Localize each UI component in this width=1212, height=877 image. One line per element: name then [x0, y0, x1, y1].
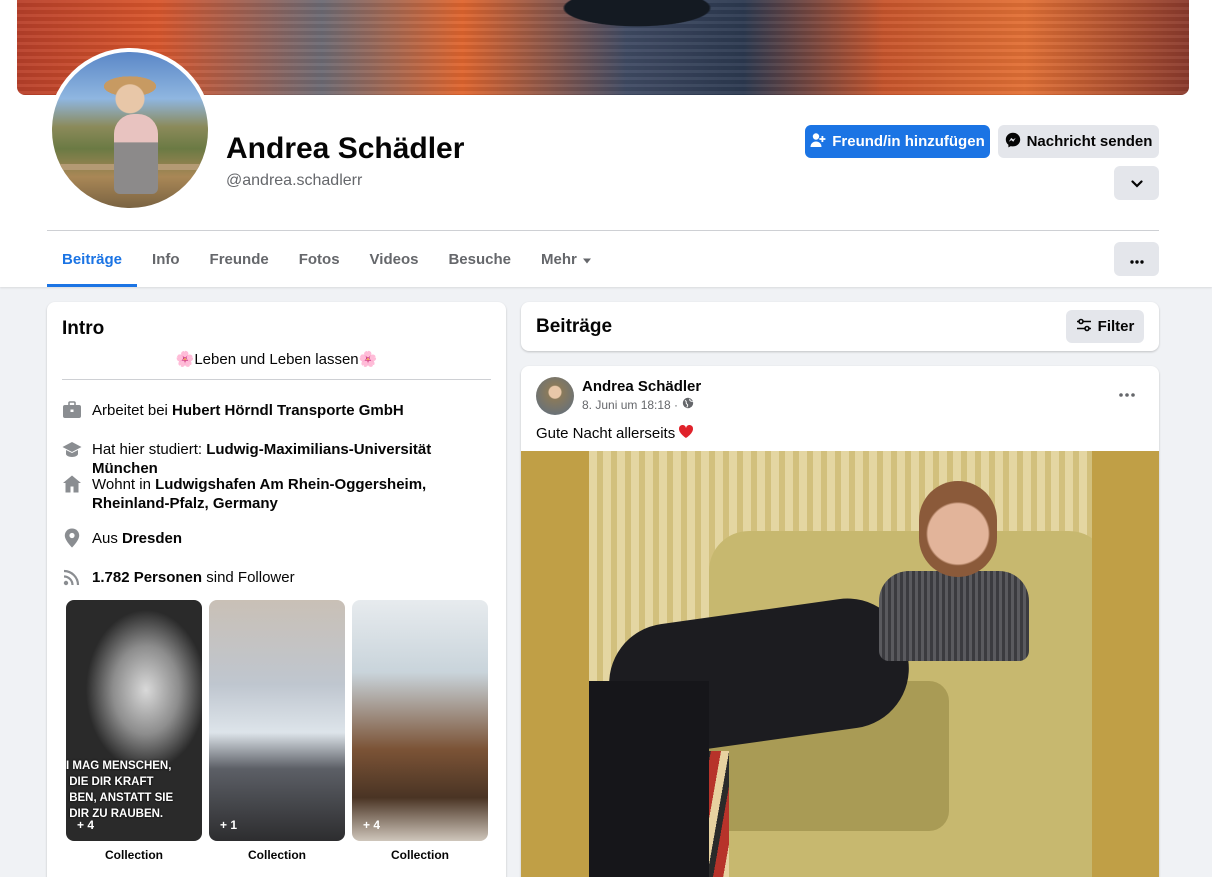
avatar-photo-figure — [114, 114, 158, 194]
post-card: Andrea Schädler 8. Juni um 18:18 · Gute … — [521, 366, 1159, 877]
study-prefix: Hat hier studiert: — [92, 441, 207, 458]
tab-mehr-label: Mehr — [541, 251, 577, 268]
intro-title: Intro — [62, 318, 105, 339]
profile-tabs: Beiträge Info Freunde Fotos Videos Besuc… — [47, 232, 606, 287]
send-message-button[interactable]: Nachricht senden — [998, 125, 1159, 158]
post-meta: 8. Juni um 18:18 · — [582, 397, 694, 412]
profile-name: Andrea Schädler — [226, 132, 465, 165]
collection-count: + 4 — [363, 818, 381, 832]
tab-besuche[interactable]: Besuche — [433, 232, 526, 287]
post-author-name[interactable]: Andrea Schädler — [582, 378, 701, 395]
add-friend-label: Freund/in hinzufügen — [832, 133, 985, 150]
posts-header-card: Beiträge Filter — [521, 302, 1159, 351]
tab-info[interactable]: Info — [137, 232, 195, 287]
location-pin-icon — [62, 528, 82, 548]
collection-count: + 4 — [77, 818, 95, 832]
add-friend-button[interactable]: Freund/in hinzufügen — [805, 125, 990, 158]
study-info: Hat hier studiert: Ludwig-Maximilians-Un… — [62, 440, 491, 478]
tab-videos[interactable]: Videos — [355, 232, 434, 287]
post-options-button[interactable] — [1113, 383, 1141, 403]
collection-thumbnail[interactable]: + 1 — [209, 600, 345, 841]
messenger-icon — [1005, 132, 1021, 152]
post-text: Gute Nacht allerseits — [536, 424, 694, 443]
work-prefix: Arbeitet bei — [92, 402, 173, 419]
work-value[interactable]: Hubert Hörndl Transporte GmbH — [172, 402, 404, 419]
intro-divider — [62, 379, 491, 380]
post-text-content: Gute Nacht allerseits — [536, 425, 676, 442]
followers-count[interactable]: 1.782 Personen — [92, 569, 202, 586]
caret-down-icon — [582, 251, 591, 268]
more-dots-icon — [1129, 251, 1144, 268]
work-info: Arbeitet bei Hubert Hörndl Transporte Gm… — [62, 401, 491, 420]
profile-options-dropdown[interactable] — [1114, 166, 1159, 200]
collection-thumbnail[interactable]: + 4 — [352, 600, 488, 841]
tab-mehr[interactable]: Mehr — [526, 232, 606, 287]
more-dots-icon — [1119, 384, 1135, 402]
profile-header: Andrea Schädler @andrea.schadlerr Freund… — [0, 0, 1212, 287]
tab-freunde[interactable]: Freunde — [195, 232, 284, 287]
tab-fotos[interactable]: Fotos — [284, 232, 355, 287]
from-prefix: Aus — [92, 530, 123, 547]
lives-info: Wohnt in Ludwigshafen Am Rhein-Oggershei… — [62, 475, 491, 513]
more-options-button[interactable] — [1114, 242, 1159, 276]
filter-sliders-icon — [1076, 318, 1092, 336]
add-friend-icon — [810, 132, 826, 152]
post-author-avatar[interactable] — [536, 377, 574, 415]
post-photo-image — [589, 451, 1092, 877]
intro-card: Intro 🌸Leben und Leben lassen🌸 Arbeitet … — [47, 302, 506, 877]
from-info: Aus Dresden — [62, 528, 491, 548]
photo-head — [919, 481, 997, 577]
posts-title: Beiträge — [536, 316, 613, 337]
filter-label: Filter — [1097, 318, 1135, 335]
collection-item[interactable]: + 4 Collection — [352, 600, 488, 862]
photo-top — [879, 571, 1029, 661]
graduation-cap-icon — [62, 439, 82, 459]
home-icon — [62, 474, 82, 494]
header-divider — [47, 230, 1159, 231]
profile-handle: @andrea.schadlerr — [226, 172, 363, 189]
lives-prefix: Wohnt in — [92, 476, 156, 493]
from-value[interactable]: Dresden — [122, 530, 182, 547]
collection-caption[interactable]: Collection — [352, 848, 488, 862]
post-photo[interactable] — [521, 451, 1159, 877]
photo-legs-lower — [589, 681, 709, 877]
profile-avatar[interactable] — [48, 48, 212, 212]
intro-bio: 🌸Leben und Leben lassen🌸 — [175, 351, 378, 368]
collection-count: + 1 — [220, 818, 238, 832]
briefcase-icon — [62, 400, 82, 420]
chevron-down-icon — [1130, 175, 1143, 192]
filter-button[interactable]: Filter — [1066, 310, 1144, 343]
followers-info: 1.782 Personen sind Follower — [62, 568, 491, 587]
send-message-label: Nachricht senden — [1026, 133, 1153, 150]
red-heart-icon — [678, 424, 694, 443]
collection-caption[interactable]: Collection — [66, 848, 202, 862]
tab-beitraege[interactable]: Beiträge — [47, 232, 138, 287]
followers-suffix: sind Follower — [202, 569, 295, 586]
collection-item[interactable]: + 1 Collection — [209, 600, 345, 862]
globe-icon — [682, 397, 694, 412]
rss-feed-icon — [62, 567, 82, 587]
post-date[interactable]: 8. Juni um 18:18 · — [582, 398, 678, 412]
collection-thumbnail[interactable]: I MAG MENSCHEN, DIE DIR KRAFT BEN, ANSTA… — [66, 600, 202, 841]
collection-quote-text: I MAG MENSCHEN, DIE DIR KRAFT BEN, ANSTA… — [66, 760, 174, 820]
collection-caption[interactable]: Collection — [209, 848, 345, 862]
collection-item[interactable]: I MAG MENSCHEN, DIE DIR KRAFT BEN, ANSTA… — [66, 600, 202, 862]
